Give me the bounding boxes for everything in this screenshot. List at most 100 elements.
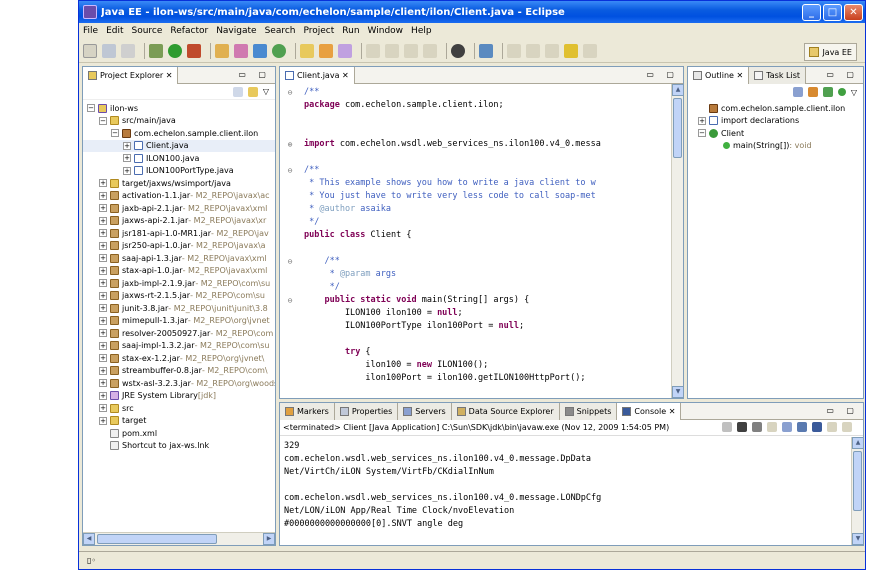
collapse-icon[interactable]: − <box>698 129 706 138</box>
tab-outline[interactable]: Outline ✕ <box>688 67 750 84</box>
tree-item[interactable]: + jaxb-impl-2.1.9.jar - M2_REPO\com\su <box>83 277 275 290</box>
expand-icon[interactable]: + <box>99 216 107 225</box>
tab-task-list[interactable]: Task List <box>749 67 806 84</box>
menu-help[interactable]: Help <box>411 26 432 36</box>
expand-icon[interactable]: + <box>99 204 107 213</box>
perspective-switcher[interactable]: Java EE <box>804 43 857 61</box>
expand-icon[interactable]: + <box>99 416 107 425</box>
tab-servers[interactable]: Servers <box>398 403 452 420</box>
tree-item[interactable]: pom.xml <box>83 427 275 440</box>
expand-icon[interactable]: + <box>99 354 107 363</box>
scroll-up-icon[interactable]: ▲ <box>672 84 683 96</box>
menu-project[interactable]: Project <box>303 26 334 36</box>
tree-item[interactable]: + wstx-asl-3.2.3.jar - M2_REPO\org\woodst <box>83 377 275 390</box>
tab-console[interactable]: Console ✕ <box>617 403 682 420</box>
scroll-lock-icon[interactable] <box>782 422 792 432</box>
close-button[interactable]: ✕ <box>844 3 863 21</box>
view-minimize-maximize-icon[interactable]: ▭ ▢ <box>646 70 679 79</box>
tree-item[interactable]: Shortcut to jax-ws.lnk <box>83 440 275 453</box>
new-package-icon[interactable] <box>253 43 267 58</box>
outline-item[interactable]: − Client <box>698 127 863 140</box>
tab-data-source-explorer[interactable]: Data Source Explorer <box>451 403 560 420</box>
scroll-down-icon[interactable]: ▼ <box>852 533 863 545</box>
view-menu-icon[interactable]: ▽ <box>263 87 269 96</box>
sort-icon[interactable] <box>792 87 803 97</box>
tree-item[interactable]: + saaj-api-1.3.jar - M2_REPO\javax\xml <box>83 252 275 265</box>
remove-all-icon[interactable] <box>752 422 762 432</box>
scroll-thumb[interactable] <box>673 98 682 158</box>
tree-item[interactable]: + src <box>83 402 275 415</box>
tree-item[interactable]: + target <box>83 415 275 428</box>
tree-item[interactable]: + Client.java <box>83 139 275 152</box>
fold-marker-icon[interactable]: ⊕ <box>284 138 296 151</box>
previous-annotation-icon[interactable] <box>526 43 540 58</box>
expand-icon[interactable]: + <box>99 254 107 263</box>
show-whitespace-icon[interactable] <box>404 43 418 58</box>
new-java-project-icon[interactable] <box>234 43 248 58</box>
menu-refactor[interactable]: Refactor <box>170 26 208 36</box>
expand-icon[interactable]: + <box>123 154 131 163</box>
clear-console-icon[interactable] <box>767 422 777 432</box>
block-selection-icon[interactable] <box>423 43 437 58</box>
expand-icon[interactable]: + <box>123 141 131 150</box>
debug-icon[interactable] <box>149 43 163 58</box>
tab-snippets[interactable]: Snippets <box>559 403 618 420</box>
editor-vertical-scrollbar[interactable]: ▲ ▼ <box>671 84 683 398</box>
scroll-right-icon[interactable]: ▶ <box>263 533 275 545</box>
tab-close-icon[interactable]: ✕ <box>342 71 349 80</box>
expand-icon[interactable]: + <box>99 304 107 313</box>
tree-item[interactable]: + saaj-impl-1.3.2.jar - M2_REPO\com\su <box>83 340 275 353</box>
expand-icon[interactable]: + <box>99 379 107 388</box>
tree-item[interactable]: + resolver-20050927.jar - M2_REPO\com <box>83 327 275 340</box>
menu-search[interactable]: Search <box>265 26 296 36</box>
remove-launch-icon[interactable] <box>737 422 747 432</box>
expand-icon[interactable]: + <box>99 266 107 275</box>
outline-item[interactable]: + import declarations <box>698 115 863 128</box>
tree-item[interactable]: + stax-ex-1.2.jar - M2_REPO\org\jvnet\ <box>83 352 275 365</box>
tree-item[interactable]: + target/jaxws/wsimport/java <box>83 177 275 190</box>
outline-item[interactable]: com.echelon.sample.client.ilon <box>698 102 863 115</box>
show-on-output-icon[interactable] <box>797 422 807 432</box>
tree-item[interactable]: + stax-api-1.0.jar - M2_REPO\javax\xml <box>83 265 275 278</box>
forward-icon[interactable] <box>583 43 597 58</box>
collapse-icon[interactable]: − <box>111 129 119 138</box>
toggle-mark-icon[interactable] <box>366 43 380 58</box>
last-edit-icon[interactable] <box>545 43 559 58</box>
tab-close-icon[interactable]: ✕ <box>737 71 744 80</box>
collapse-all-icon[interactable] <box>232 86 243 97</box>
collapse-icon[interactable]: − <box>99 116 107 125</box>
expand-icon[interactable]: + <box>99 366 107 375</box>
code-editor[interactable]: ⊖/** package com.echelon.sample.client.il… <box>280 84 683 385</box>
tree-item[interactable]: − src/main/java <box>83 115 275 128</box>
tree-item[interactable]: + mimepull-1.3.jar - M2_REPO\org\jvnet <box>83 315 275 328</box>
fold-marker-icon[interactable]: ⊖ <box>284 255 296 268</box>
minimize-button[interactable]: _ <box>802 3 821 21</box>
search-icon[interactable] <box>319 43 333 58</box>
tree-item[interactable]: − com.echelon.sample.client.ilon <box>83 127 275 140</box>
terminate-icon[interactable] <box>722 422 732 432</box>
tree-item[interactable]: − ilon-ws <box>83 102 275 115</box>
pin-console-icon[interactable] <box>812 422 822 432</box>
hide-nonpublic-icon[interactable] <box>837 88 846 96</box>
open-task-icon[interactable] <box>338 43 352 58</box>
scroll-down-icon[interactable]: ▼ <box>672 386 683 398</box>
save-icon[interactable] <box>102 43 116 58</box>
tab-properties[interactable]: Properties <box>334 403 399 420</box>
menu-window[interactable]: Window <box>368 26 404 36</box>
fold-marker-icon[interactable]: ⊖ <box>284 86 296 99</box>
hide-fields-icon[interactable] <box>807 87 818 97</box>
view-minimize-maximize-icon[interactable]: ▭ ▢ <box>826 406 859 415</box>
new-server-icon[interactable] <box>215 43 229 58</box>
new-icon[interactable] <box>83 43 97 58</box>
maximize-button[interactable]: □ <box>823 3 842 21</box>
fold-marker-icon[interactable]: ⊖ <box>284 294 296 307</box>
open-type-icon[interactable] <box>300 43 314 58</box>
tree-item[interactable]: + junit-3.8.jar - M2_REPO\junit\junit\3.8 <box>83 302 275 315</box>
expand-icon[interactable]: + <box>99 191 107 200</box>
expand-icon[interactable]: + <box>99 229 107 238</box>
tree-item[interactable]: + JRE System Library [jdk] <box>83 390 275 403</box>
expand-icon[interactable]: + <box>99 404 107 413</box>
view-minimize-maximize-icon[interactable]: ▭ ▢ <box>826 70 859 79</box>
tab-close-icon[interactable]: ✕ <box>669 407 676 416</box>
tab-markers[interactable]: Markers <box>280 403 335 420</box>
